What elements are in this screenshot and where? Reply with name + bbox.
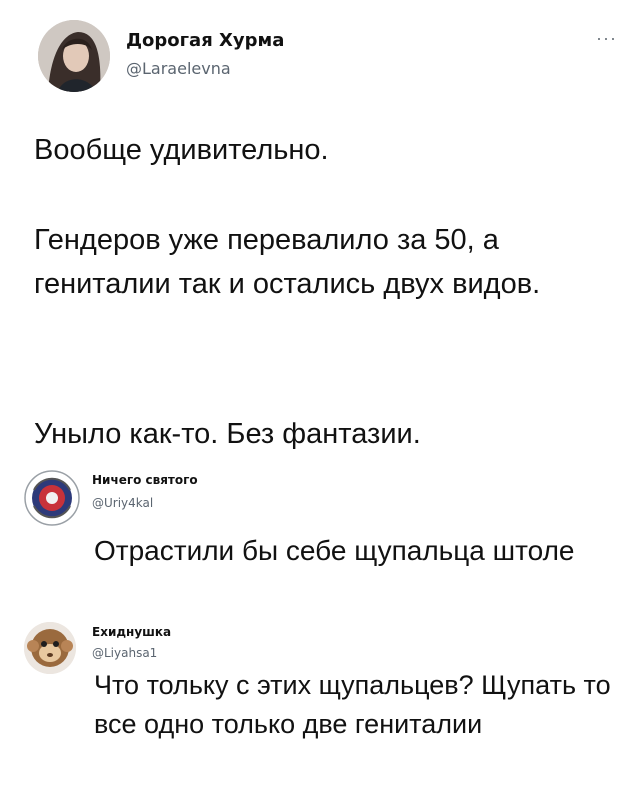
reply-text: Что тольку с этих щупальцев? Щупать то в… bbox=[94, 670, 611, 739]
reply-2-author-avatar[interactable] bbox=[24, 622, 76, 674]
author-handle[interactable]: @Liyahsa1 bbox=[92, 646, 157, 660]
tweet-paragraph-1: Вообще удивительно. bbox=[34, 134, 329, 166]
emblem-icon bbox=[24, 470, 80, 526]
user-photo-icon bbox=[38, 20, 110, 92]
author-name[interactable]: Дорогая Хурма bbox=[126, 30, 284, 51]
author-handle[interactable]: @Laraelevna bbox=[126, 59, 231, 78]
reply-1-author-avatar[interactable] bbox=[24, 470, 80, 526]
reply-text: Отрастили бы себе щупальца штоле bbox=[94, 535, 575, 566]
main-author-avatar[interactable] bbox=[38, 20, 110, 92]
tweet-paragraph-2: Гендеров уже перевалило за 50, а генитал… bbox=[34, 224, 541, 300]
author-handle[interactable]: @Uriy4kal bbox=[92, 496, 153, 510]
author-name[interactable]: Ехиднушка bbox=[92, 625, 171, 639]
tweet-paragraph-3: Уныло как-то. Без фантазии. bbox=[34, 418, 421, 450]
monkey-icon bbox=[24, 622, 76, 674]
more-options-icon[interactable]: ··· bbox=[596, 28, 617, 49]
author-name[interactable]: Ничего святого bbox=[92, 473, 198, 487]
